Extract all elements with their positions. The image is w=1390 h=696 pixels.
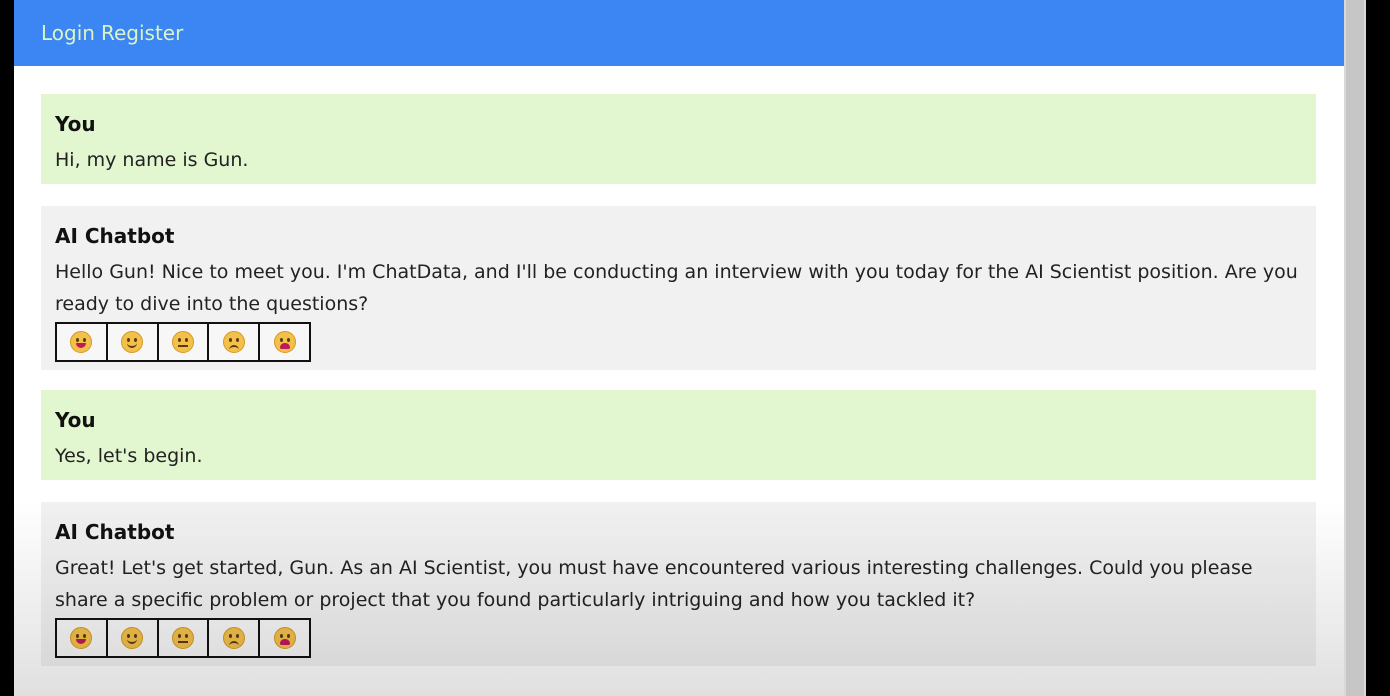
rate-smiling-button[interactable] bbox=[107, 620, 159, 656]
scrollbar-thumb[interactable] bbox=[1346, 0, 1364, 696]
smiling-face-icon bbox=[121, 627, 144, 649]
register-link[interactable]: Register bbox=[101, 21, 183, 45]
grinning-face-icon bbox=[70, 627, 93, 649]
rate-frowning-button[interactable] bbox=[209, 324, 261, 360]
frowning-face-icon bbox=[222, 331, 245, 353]
rate-crying-button[interactable] bbox=[260, 620, 309, 656]
login-link[interactable]: Login bbox=[41, 21, 95, 45]
message-text: Yes, let's begin. bbox=[55, 445, 203, 467]
smiling-face-icon bbox=[121, 331, 144, 353]
top-navbar: Login Register bbox=[14, 0, 1344, 66]
user-message: You Yes, let's begin. bbox=[41, 390, 1316, 480]
rate-neutral-button[interactable] bbox=[158, 324, 210, 360]
rating-buttons bbox=[55, 322, 311, 362]
message-sender: You bbox=[55, 112, 96, 136]
user-message: You Hi, my name is Gun. bbox=[41, 94, 1316, 184]
rate-grinning-button[interactable] bbox=[57, 620, 108, 656]
scrollbar[interactable] bbox=[1344, 0, 1366, 696]
rate-grinning-button[interactable] bbox=[57, 324, 108, 360]
rate-neutral-button[interactable] bbox=[158, 620, 210, 656]
rate-smiling-button[interactable] bbox=[107, 324, 159, 360]
message-sender: AI Chatbot bbox=[55, 224, 175, 248]
message-text: Hi, my name is Gun. bbox=[55, 149, 249, 171]
bot-message: AI Chatbot Hello Gun! Nice to meet you. … bbox=[41, 206, 1316, 370]
rating-buttons bbox=[55, 618, 311, 658]
crying-face-icon bbox=[273, 331, 296, 353]
message-sender: AI Chatbot bbox=[55, 520, 175, 544]
message-text: Hello Gun! Nice to meet you. I'm ChatDat… bbox=[55, 261, 1298, 315]
auth-links: Login Register bbox=[41, 21, 183, 45]
message-sender: You bbox=[55, 408, 96, 432]
chat-page: Login Register You Hi, my name is Gun. A… bbox=[14, 0, 1344, 696]
message-text: Great! Let's get started, Gun. As an AI … bbox=[55, 557, 1253, 611]
bot-message: AI Chatbot Great! Let's get started, Gun… bbox=[41, 502, 1316, 666]
neutral-face-icon bbox=[171, 331, 194, 353]
crying-face-icon bbox=[273, 627, 296, 649]
rate-frowning-button[interactable] bbox=[209, 620, 261, 656]
neutral-face-icon bbox=[171, 627, 194, 649]
grinning-face-icon bbox=[70, 331, 93, 353]
frowning-face-icon bbox=[222, 627, 245, 649]
rate-crying-button[interactable] bbox=[260, 324, 309, 360]
